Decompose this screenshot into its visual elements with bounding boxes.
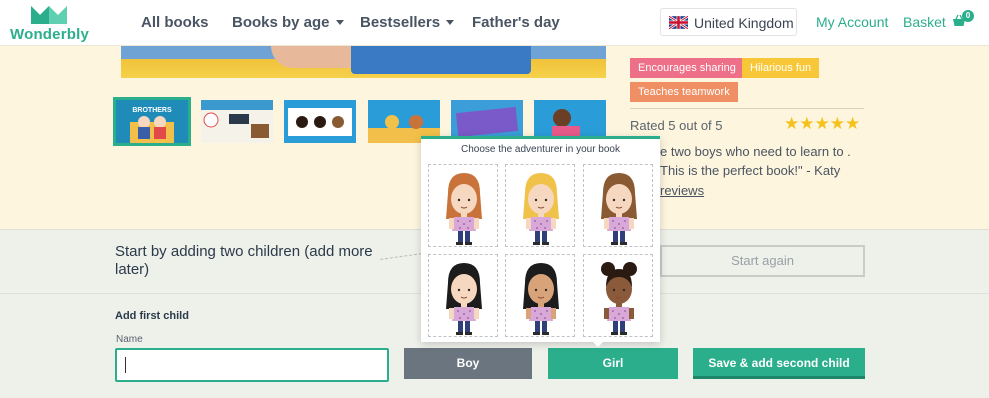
character-option-2[interactable]: [505, 164, 575, 247]
wonderbly-logo[interactable]: Wonderbly: [10, 4, 90, 44]
reviews-link[interactable]: reviews: [660, 183, 704, 198]
nav-bestsellers[interactable]: Bestsellers: [360, 14, 455, 31]
divider: [630, 108, 864, 109]
character-option-1[interactable]: [428, 164, 498, 247]
hero-book-shape: [351, 46, 531, 74]
review-quote: e two boys who need to learn to . This i…: [660, 144, 851, 178]
nav-books-by-age[interactable]: Books by age: [232, 14, 344, 31]
thumbnail-cover-image: BROTHERS: [116, 100, 188, 143]
popup-pointer: [591, 340, 605, 347]
nav-fathers-day[interactable]: Father's day: [472, 14, 560, 31]
thumbnail-1[interactable]: BROTHERS: [113, 97, 191, 146]
character-illustration: [523, 173, 559, 245]
logo-text: Wonderbly: [10, 26, 90, 43]
tag-encourages-sharing: Encourages sharing: [630, 58, 744, 78]
character-option-6[interactable]: [583, 254, 653, 337]
nav-label: Father's day: [472, 14, 560, 31]
builder-heading: Start by adding two children (add more l…: [115, 243, 373, 278]
thumbnail-image: [201, 100, 273, 143]
popup-accent-bar: [421, 136, 660, 139]
basket-count-badge: 0: [962, 10, 974, 22]
tag-hilarious-fun: Hilarious fun: [742, 58, 820, 78]
popup-title: Choose the adventurer in your book: [461, 144, 620, 155]
name-input[interactable]: [115, 348, 389, 382]
add-first-child-heading: Add first child: [115, 310, 189, 322]
character-illustration: [601, 173, 637, 245]
chevron-down-icon: [335, 19, 344, 25]
site-header: Wonderbly All books Books by age Bestsel…: [0, 0, 989, 46]
character-illustration: [446, 173, 482, 245]
basket-link[interactable]: Basket: [903, 14, 946, 30]
my-account-link[interactable]: My Account: [816, 14, 888, 30]
tag-teaches-teamwork: Teaches teamwork: [630, 82, 738, 102]
country-selector[interactable]: United Kingdom: [660, 8, 797, 36]
name-label: Name: [116, 334, 143, 345]
thumbnail-2[interactable]: [201, 100, 273, 143]
start-again-button[interactable]: Start again: [660, 245, 865, 277]
character-illustration: [601, 262, 637, 335]
character-option-3[interactable]: [583, 164, 653, 247]
thumbnail-title: BROTHERS: [132, 107, 172, 114]
star-rating-icon: ★★★★★: [784, 114, 861, 133]
text-caret: [125, 357, 126, 373]
nav-all-books[interactable]: All books: [141, 14, 209, 31]
nav-label: Bestsellers: [360, 14, 441, 31]
thumbnail-3[interactable]: [284, 100, 356, 143]
chevron-down-icon: [446, 19, 455, 25]
character-illustration: [523, 263, 559, 335]
country-label: United Kingdom: [694, 15, 794, 31]
thumbnail-image: [284, 100, 356, 143]
boy-button[interactable]: Boy: [404, 348, 532, 379]
character-option-5[interactable]: [505, 254, 575, 337]
character-option-4[interactable]: [428, 254, 498, 337]
uk-flag-icon: [669, 16, 688, 29]
crown-icon: [31, 6, 67, 24]
product-hero-image: [121, 46, 606, 78]
character-picker-popup: Choose the adventurer in your book: [421, 136, 660, 347]
rating-text: Rated 5 out of 5: [630, 118, 723, 133]
girl-button[interactable]: Girl: [548, 348, 678, 379]
save-add-second-child-button[interactable]: Save & add second child: [693, 348, 865, 379]
character-illustration: [446, 263, 482, 335]
nav-label: Books by age: [232, 14, 330, 31]
nav-label: All books: [141, 14, 209, 31]
